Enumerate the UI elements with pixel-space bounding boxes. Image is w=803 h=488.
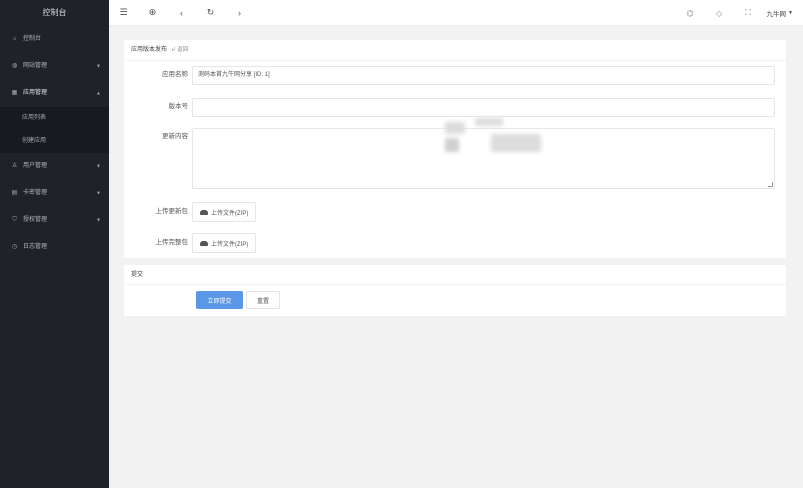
submit-card: 提交 立即提交 重置 [124, 265, 786, 316]
content-label: 更新内容 [162, 133, 188, 140]
reset-button[interactable]: 重置 [246, 291, 280, 309]
app-name-field[interactable]: 测码本首九牛网分享 [ID: 1] [192, 66, 775, 85]
sidebar: 控制台 ⌂ 控制台 ◍ 网站管理 ▼ ▦ 应用管理 ▲ 应用列表 创建应用 ♙ … [0, 0, 109, 488]
page-title: 应用版本发布 [131, 46, 168, 53]
sidebar-item-dashboard[interactable]: ⌂ 控制台 [0, 26, 109, 53]
upload-button-label: 上传文件(ZIP) [211, 210, 249, 217]
sidebar-item-sites[interactable]: ◍ 网站管理 ▼ [0, 53, 109, 80]
sidebar-item-label: 卡密管理 [23, 190, 48, 196]
resize-grip-icon[interactable] [768, 182, 773, 187]
sidebar-item-label: 网站管理 [23, 63, 48, 69]
globe-icon: ◍ [11, 63, 18, 69]
app-name-label: 应用名称 [162, 71, 188, 78]
sidebar-subitem-app-list[interactable]: 应用列表 [0, 107, 109, 130]
cloud-upload-icon [200, 209, 208, 215]
form-row-upload-full: 上传完整包 上传文件(ZIP) [124, 233, 257, 253]
user-icon: ♙ [11, 163, 18, 169]
sidebar-logo[interactable]: 控制台 [0, 0, 109, 26]
sidebar-item-label: 用户管理 [23, 163, 48, 169]
upload-full-label: 上传完整包 [155, 239, 189, 246]
chevron-down-icon: ▼ [96, 163, 101, 169]
upload-update-button[interactable]: 上传文件(ZIP) [192, 202, 257, 222]
menu-toggle-icon[interactable]: ☰ [109, 0, 138, 26]
sidebar-item-label: 应用管理 [23, 90, 48, 96]
submit-card-title: 提交 [124, 265, 786, 285]
sidebar-item-apps[interactable]: ▦ 应用管理 ▲ [0, 80, 109, 107]
chevron-down-icon: ▼ [96, 63, 101, 69]
theme-icon[interactable]: ⌬ [676, 0, 705, 26]
clock-icon: ◷ [11, 244, 18, 250]
shield-icon: ⛉ [12, 217, 17, 223]
user-menu[interactable]: 九牛网 ▼ [763, 8, 803, 18]
sidebar-item-label: 日志管理 [23, 244, 48, 250]
tag-icon[interactable]: ◇ [705, 0, 734, 26]
chevron-right-icon[interactable]: › [225, 0, 254, 26]
refresh-icon[interactable]: ↻ [196, 0, 225, 26]
sidebar-submenu-apps: 应用列表 创建应用 [0, 107, 109, 153]
form-row-upload-update: 上传更新包 上传文件(ZIP) [124, 202, 257, 222]
card-title: 应用版本发布 ↲ 返回 [124, 40, 786, 61]
home-icon: ⌂ [12, 36, 17, 42]
sidebar-item-logs[interactable]: ◷ 日志管理 [0, 234, 109, 261]
sidebar-item-label: 授权管理 [23, 217, 48, 223]
form-row-app-name: 应用名称 测码本首九牛网分享 [ID: 1] [124, 66, 775, 85]
version-field[interactable] [192, 98, 775, 117]
top-header: ☰ ⊕ ‹ ↻ › ⌬ ◇ ⛶ 九牛网 ▼ [109, 0, 803, 26]
watermark-blur [445, 118, 541, 154]
card-icon: ▤ [11, 190, 18, 196]
version-label: 版本号 [168, 103, 189, 110]
sidebar-item-label: 控制台 [23, 36, 42, 42]
form-row-version: 版本号 [124, 98, 775, 117]
user-name: 九牛网 [766, 11, 787, 18]
globe-icon[interactable]: ⊕ [138, 0, 167, 26]
apps-icon: ▦ [11, 90, 18, 96]
sidebar-subitem-create-app[interactable]: 创建应用 [0, 130, 109, 153]
chevron-down-icon: ▼ [96, 190, 101, 196]
submit-button[interactable]: 立即提交 [196, 291, 243, 309]
upload-full-button[interactable]: 上传文件(ZIP) [192, 233, 257, 253]
cloud-upload-icon [200, 240, 208, 246]
chevron-up-icon: ▲ [96, 90, 101, 96]
sidebar-item-auth[interactable]: ⛉ 授权管理 ▼ [0, 207, 109, 234]
upload-button-label: 上传文件(ZIP) [211, 241, 249, 248]
chevron-down-icon: ▼ [788, 10, 793, 16]
sidebar-item-cards[interactable]: ▤ 卡密管理 ▼ [0, 180, 109, 207]
chevron-down-icon: ▼ [96, 217, 101, 223]
upload-update-label: 上传更新包 [155, 208, 189, 215]
chevron-left-icon[interactable]: ‹ [167, 0, 196, 26]
header-right: ⌬ ◇ ⛶ 九牛网 ▼ [676, 0, 803, 26]
sidebar-item-users[interactable]: ♙ 用户管理 ▼ [0, 153, 109, 180]
back-link[interactable]: ↲ 返回 [171, 40, 188, 61]
fullscreen-icon[interactable]: ⛶ [734, 0, 763, 26]
